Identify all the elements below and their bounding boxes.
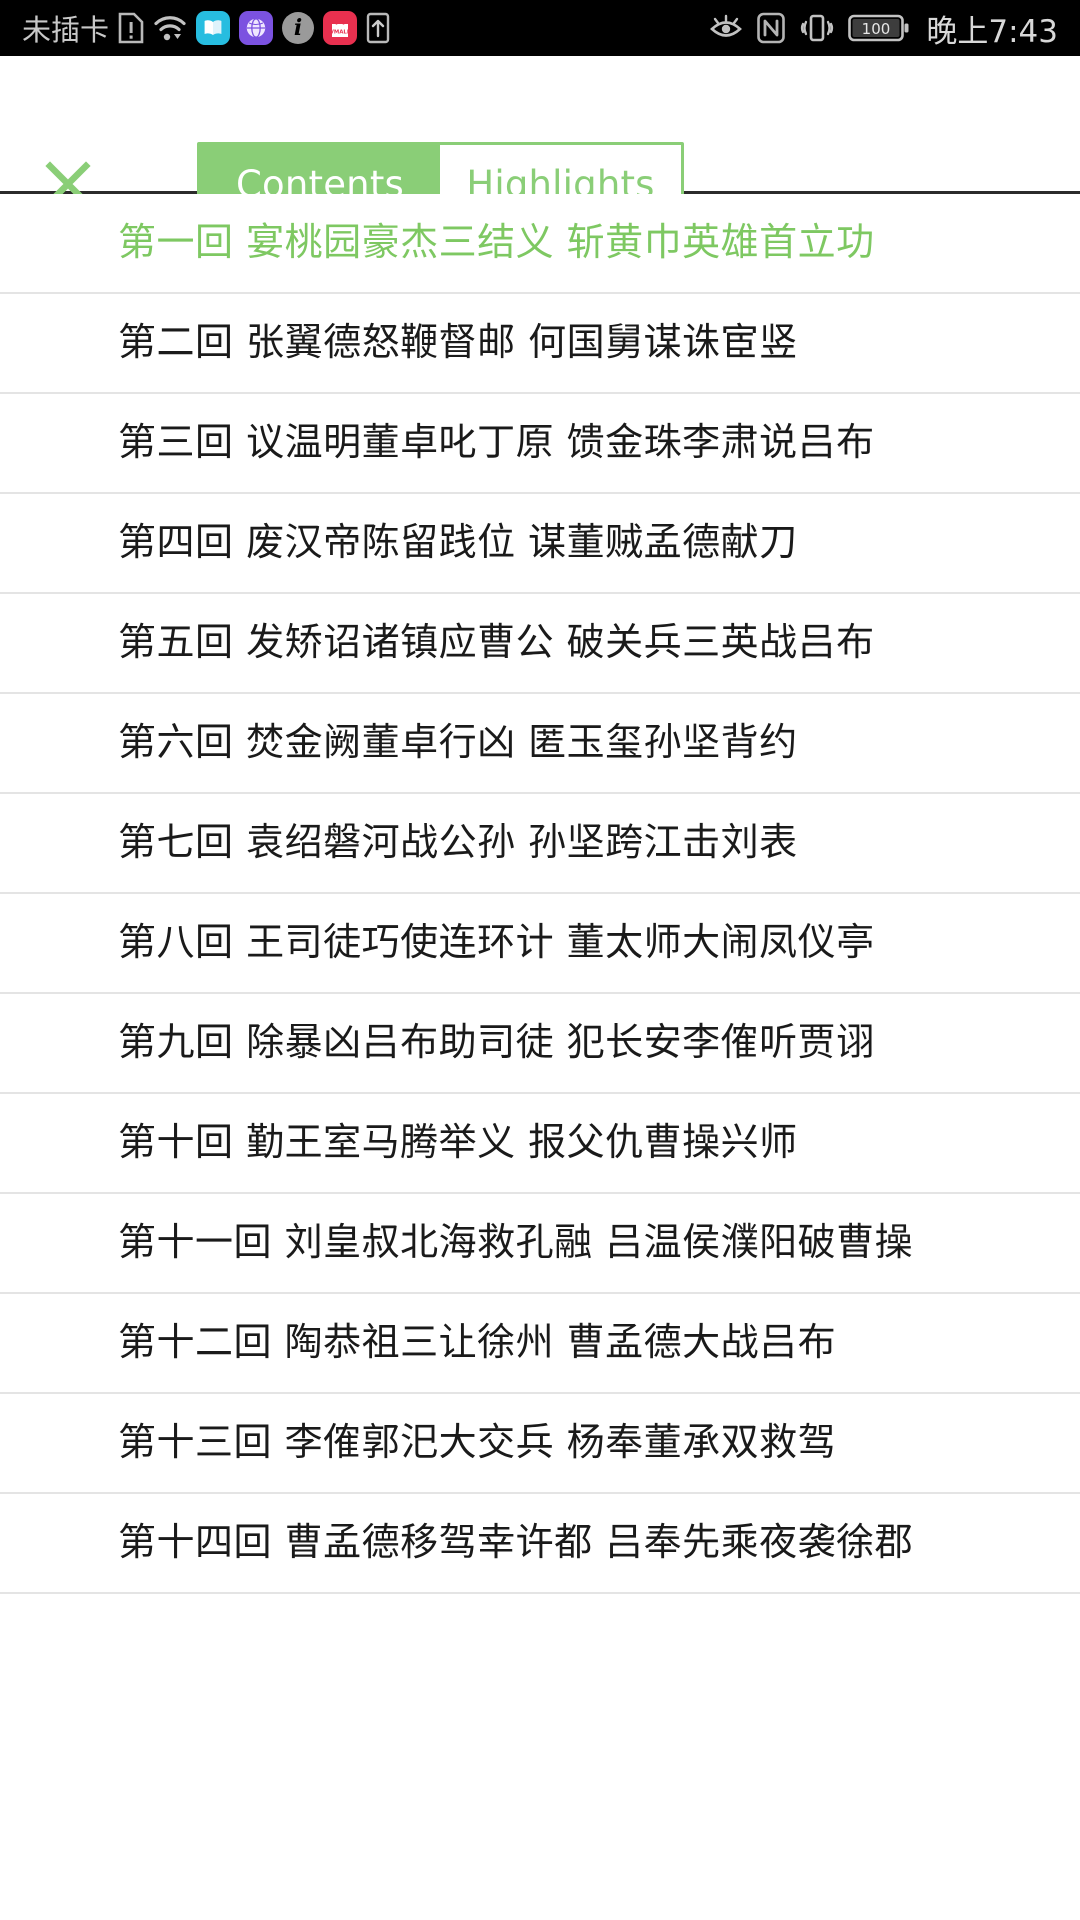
battery-icon: 100 <box>848 13 910 43</box>
info-icon: i <box>282 12 315 44</box>
carrier-label: 未插卡 <box>22 13 110 47</box>
book-app-icon <box>196 11 231 45</box>
toc-row[interactable]: 第八回 王司徒巧使连环计 董太师大闹凤仪亭 <box>0 894 1080 994</box>
toc-chapter-title: 第十一回 刘皇叔北海救孔融 吕温侯濮阳破曹操 <box>118 1220 914 1265</box>
toc-row[interactable]: 第二回 张翼德怒鞭督邮 何国舅谋诛宦竖 <box>0 294 1080 394</box>
toc-row[interactable]: 第九回 除暴凶吕布助司徒 犯长安李傕听贾诩 <box>0 994 1080 1094</box>
toc-chapter-title: 第二回 张翼德怒鞭督邮 何国舅谋诛宦竖 <box>118 320 798 365</box>
vmall-app-icon: VMALL <box>323 11 358 45</box>
clock-label: 晚上7:43 <box>926 13 1058 50</box>
toc-chapter-title: 第六回 焚金阙董卓行凶 匿玉玺孙坚背约 <box>118 720 798 765</box>
browser-app-icon <box>239 11 274 45</box>
toc-chapter-title: 第九回 除暴凶吕布助司徒 犯长安李傕听贾诩 <box>118 1020 875 1065</box>
toc-row[interactable]: 第三回 议温明董卓叱丁原 馈金珠李肃说吕布 <box>0 394 1080 494</box>
toc-chapter-title: 第十三回 李傕郭汜大交兵 杨奉董承双救驾 <box>118 1420 837 1465</box>
toc-row[interactable]: 第十三回 李傕郭汜大交兵 杨奉董承双救驾 <box>0 1394 1080 1494</box>
toc-chapter-title: 第十二回 陶恭祖三让徐州 曹孟德大战吕布 <box>118 1320 837 1365</box>
status-bar-right-group: 100 晚上7:43 <box>708 6 1058 51</box>
toc-row[interactable]: 第十回 勤王室马腾举义 报父仇曹操兴师 <box>0 1094 1080 1194</box>
table-of-contents-list[interactable]: 第一回 宴桃园豪杰三结义 斩黄巾英雄首立功 第二回 张翼德怒鞭督邮 何国舅谋诛宦竖… <box>0 194 1080 1920</box>
vibrate-icon <box>798 12 836 44</box>
svg-text:VMALL: VMALL <box>330 29 351 35</box>
toc-row[interactable]: 第一回 宴桃园豪杰三结义 斩黄巾英雄首立功 <box>0 194 1080 294</box>
toc-chapter-title: 第十四回 曹孟德移驾幸许都 吕奉先乘夜袭徐郡 <box>118 1520 914 1565</box>
eye-comfort-icon <box>708 13 744 43</box>
toc-row[interactable]: 第十四回 曹孟德移驾幸许都 吕奉先乘夜袭徐郡 <box>0 1494 1080 1594</box>
toc-chapter-title: 第四回 废汉帝陈留践位 谋董贼孟德献刀 <box>118 520 798 565</box>
status-bar-left-group: 未插卡 i VMALL <box>22 7 390 49</box>
screenshot-upload-icon <box>366 12 390 44</box>
status-bar: 未插卡 i VMALL 100 晚上7:43 <box>0 0 1080 56</box>
toc-chapter-title: 第五回 发矫诏诸镇应曹公 破关兵三英战吕布 <box>118 620 875 665</box>
toc-header: Contents Highlights <box>0 56 1080 226</box>
sim-alert-icon <box>118 12 144 44</box>
toc-row[interactable]: 第五回 发矫诏诸镇应曹公 破关兵三英战吕布 <box>0 594 1080 694</box>
toc-chapter-title: 第三回 议温明董卓叱丁原 馈金珠李肃说吕布 <box>118 420 875 465</box>
toc-row[interactable]: 第十一回 刘皇叔北海救孔融 吕温侯濮阳破曹操 <box>0 1194 1080 1294</box>
toc-chapter-title: 第八回 王司徒巧使连环计 董太师大闹凤仪亭 <box>118 920 875 965</box>
toc-row[interactable]: 第六回 焚金阙董卓行凶 匿玉玺孙坚背约 <box>0 694 1080 794</box>
toc-chapter-title: 第十回 勤王室马腾举义 报父仇曹操兴师 <box>118 1120 798 1165</box>
toc-chapter-title: 第七回 袁绍磐河战公孙 孙坚跨江击刘表 <box>118 820 798 865</box>
toc-row[interactable]: 第十二回 陶恭祖三让徐州 曹孟德大战吕布 <box>0 1294 1080 1394</box>
svg-text:100: 100 <box>862 20 891 38</box>
wifi-icon <box>153 13 187 43</box>
toc-row[interactable]: 第七回 袁绍磐河战公孙 孙坚跨江击刘表 <box>0 794 1080 894</box>
toc-row[interactable]: 第四回 废汉帝陈留践位 谋董贼孟德献刀 <box>0 494 1080 594</box>
nfc-icon <box>756 12 786 44</box>
toc-chapter-title: 第一回 宴桃园豪杰三结义 斩黄巾英雄首立功 <box>118 220 875 265</box>
